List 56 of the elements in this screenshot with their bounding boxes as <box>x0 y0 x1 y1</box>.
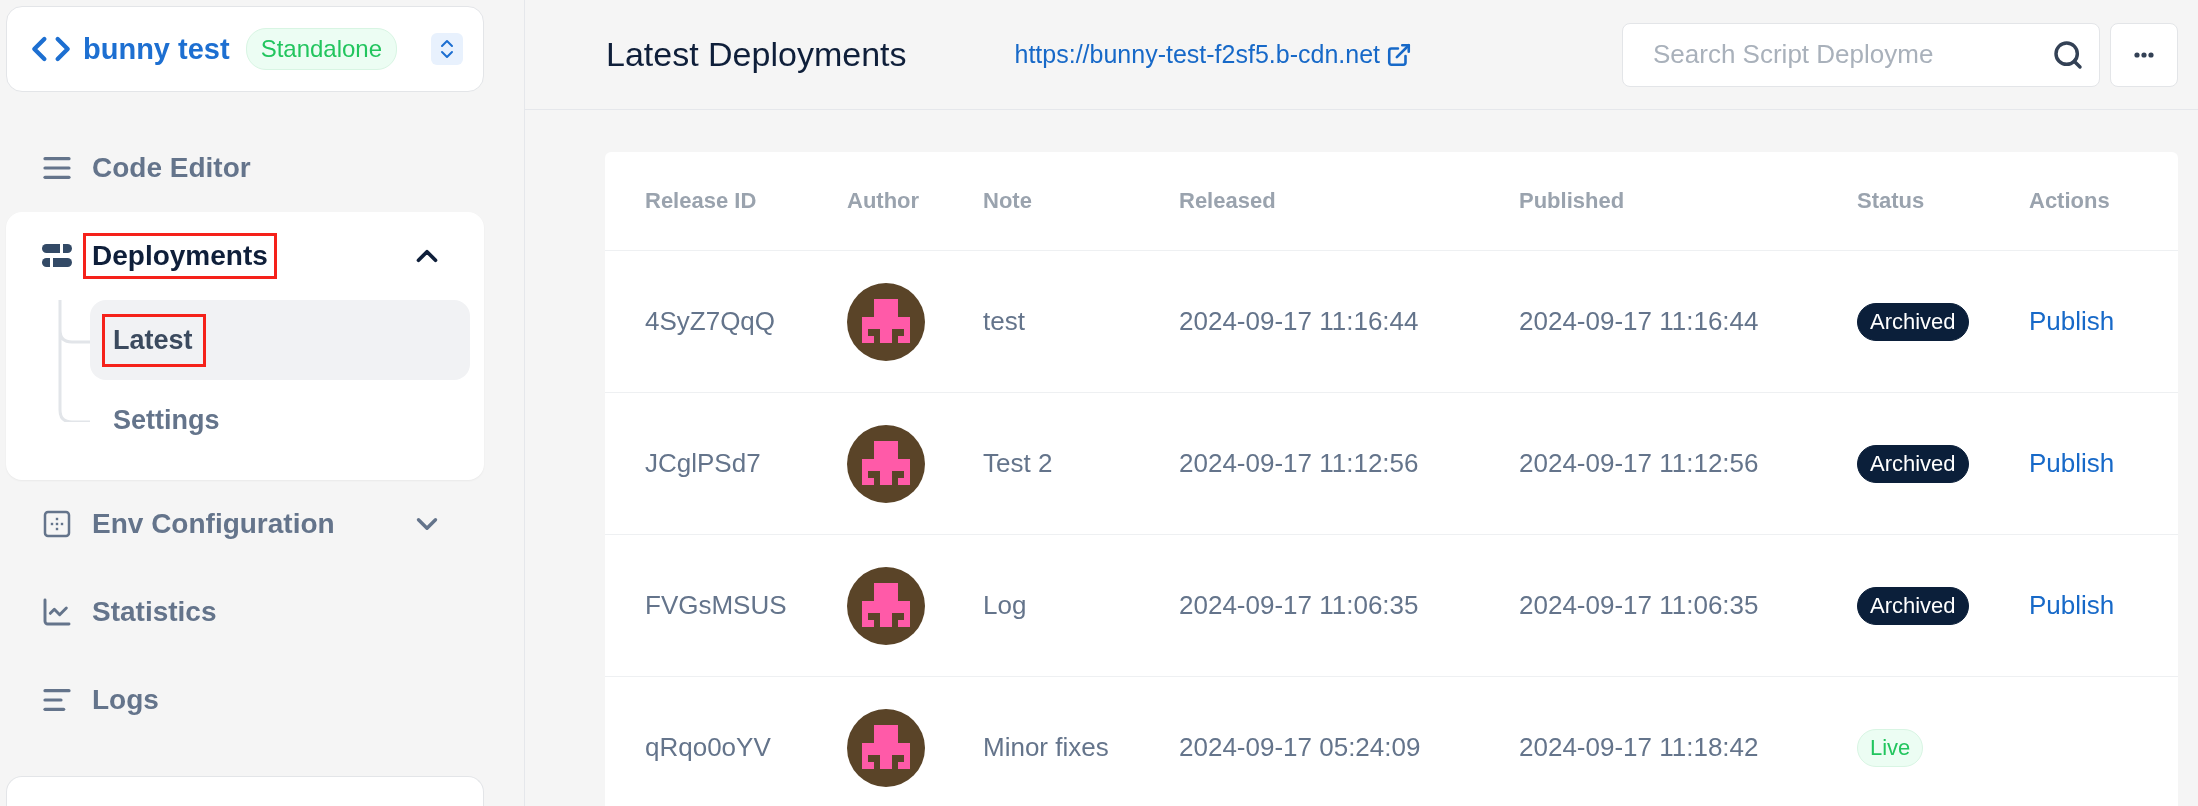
publish-link[interactable]: Publish <box>2029 590 2115 621</box>
url-link[interactable]: https://bunny-test-f2sf5.b-cdn.net <box>1014 40 1412 69</box>
sub-nav-label: Settings <box>112 403 221 437</box>
nav-item[interactable]: Statistics <box>6 568 484 656</box>
table-cell: test <box>983 306 1025 337</box>
nav-label: Code Editor <box>91 151 252 185</box>
project-badge: Standalone <box>245 28 398 70</box>
publish-link[interactable]: Publish <box>2029 448 2115 479</box>
column-header: Note <box>983 188 1032 214</box>
status-badge: Archived <box>1857 444 1969 483</box>
status-badge: Archived <box>1857 586 1969 625</box>
table-cell: Test 2 <box>983 448 1053 479</box>
table-cell: 2024-09-17 05:24:09 <box>1179 732 1421 763</box>
publish-link[interactable]: Publish <box>2029 306 2115 337</box>
project-name: bunny test <box>83 32 230 66</box>
table-cell: JCglPSd7 <box>645 448 761 479</box>
table-cell: Minor fixes <box>983 732 1109 763</box>
line-chart-icon <box>41 596 73 628</box>
table-cell: 2024-09-17 11:12:56 <box>1519 448 1759 479</box>
column-header: Release ID <box>645 188 757 214</box>
table-cell: Log <box>983 590 1027 621</box>
table-cell: 2024-09-17 11:16:44 <box>1519 306 1759 337</box>
nav-item[interactable]: Deployments <box>6 212 484 300</box>
column-header: Released <box>1179 188 1276 214</box>
status-badge: Live <box>1857 728 1924 767</box>
page-title: Latest Deployments <box>606 35 907 74</box>
table-cell: 2024-09-17 11:16:44 <box>1179 306 1419 337</box>
sliders-icon <box>41 242 73 270</box>
nav-label: Env Configuration <box>91 507 336 541</box>
project-switcher-button[interactable] <box>431 33 463 65</box>
sub-nav-label: Latest <box>102 313 206 367</box>
nav-label: Statistics <box>91 595 218 629</box>
sub-nav-item[interactable]: Latest <box>90 300 470 380</box>
more-icon <box>2134 51 2154 58</box>
table-cell: FVGsMSUS <box>645 590 787 621</box>
search-field[interactable]: Search Script Deployme <box>1622 22 2100 87</box>
search-icon[interactable] <box>2052 38 2084 71</box>
column-header: Actions <box>2029 188 2110 214</box>
table-cell: 2024-09-17 11:12:56 <box>1179 448 1419 479</box>
nav-item[interactable]: Env Configuration <box>6 480 484 568</box>
column-header: Status <box>1857 188 1925 214</box>
column-header: Author <box>847 188 920 214</box>
grid-icon <box>43 510 71 538</box>
status-badge: Archived <box>1857 302 1969 341</box>
table-cell: qRqo0oYV <box>645 732 771 763</box>
table-cell: 4SyZ7QqQ <box>645 306 776 337</box>
column-header: Published <box>1519 188 1625 214</box>
table-cell: 2024-09-17 11:06:35 <box>1519 590 1759 621</box>
external-link-icon <box>1386 41 1412 68</box>
table-cell: 2024-09-17 11:06:35 <box>1179 590 1419 621</box>
nav-item[interactable]: Logs <box>6 656 484 744</box>
nav-label: Logs <box>91 683 160 717</box>
table-cell: 2024-09-17 11:18:42 <box>1519 732 1759 763</box>
nav-label: Deployments <box>83 233 277 279</box>
nav-item[interactable]: Code Editor <box>6 124 484 212</box>
sub-nav-item[interactable]: Settings <box>90 380 470 460</box>
